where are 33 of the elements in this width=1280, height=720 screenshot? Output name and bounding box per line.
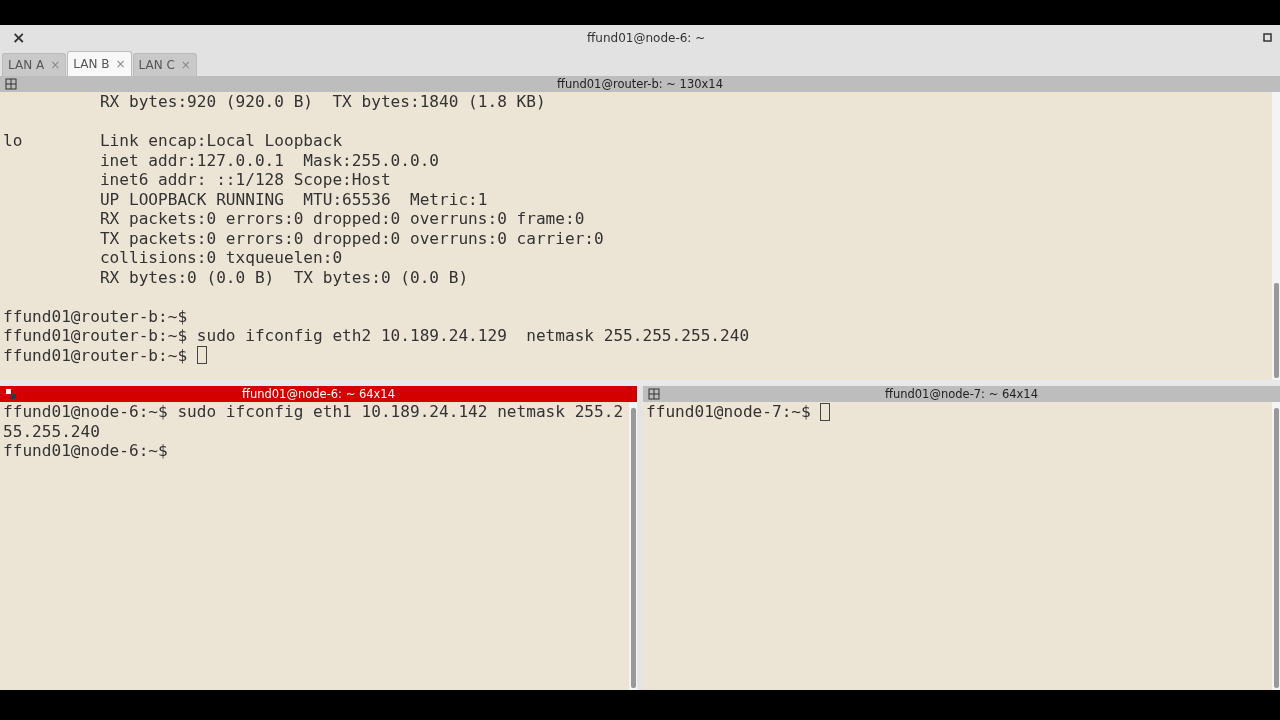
- tab[interactable]: LAN B ×: [67, 51, 132, 76]
- terminal-line: ffund01@router-b:~$: [3, 345, 1272, 365]
- terminal-line: ffund01@router-b:~$: [3, 306, 189, 326]
- maximize-icon[interactable]: [1263, 33, 1272, 42]
- text-cursor: [820, 402, 831, 421]
- tab[interactable]: LAN C ×: [132, 53, 197, 76]
- pane-title: ffund01@router-b: ~ 130x14: [557, 77, 723, 91]
- terminal-line: RX bytes:0 (0.0 B) TX bytes:0 (0.0 B): [98, 267, 470, 287]
- terminal-line: inet6 addr: ::1/128 Scope:Host: [98, 170, 392, 190]
- terminal-line: ffund01@router-b:~$ sudo ifconfig eth2 10.189.24.129 netmask 255.255.255.240: [3, 326, 751, 346]
- tab[interactable]: LAN A ×: [2, 53, 67, 76]
- text-cursor: [196, 346, 207, 365]
- layout-icon[interactable]: [5, 388, 19, 400]
- window-title: ffund01@node-6: ~: [587, 30, 706, 45]
- tab-close-icon[interactable]: ×: [115, 57, 126, 71]
- terminal-line: lo Link encap:Local Loopback: [3, 131, 344, 151]
- terminal-line: UP LOOPBACK RUNNING MTU:65536 Metric:1: [98, 189, 489, 209]
- terminal[interactable]: ffund01@node-6:~$ sudo ifconfig eth1 10.189.24.142 netmask 255.2 55.255.240 ffund01@node-6:~$: [0, 402, 637, 690]
- scroll-thumb[interactable]: [1274, 283, 1279, 378]
- terminal-line: 55.255.240: [3, 421, 101, 441]
- terminal[interactable]: [0, 92, 1280, 380]
- terminal-line: RX packets:0 errors:0 dropped:0 overruns:0 frame:0: [98, 209, 586, 229]
- pane-title: ffund01@node-6: ~ 64x14: [242, 387, 395, 401]
- terminal-line: ffund01@node-6:~$: [3, 441, 169, 461]
- terminal-line: collisions:0 txqueuelen:0: [98, 248, 344, 268]
- close-button[interactable]: ×: [8, 28, 30, 47]
- terminal-line: RX bytes:920 (920.0 B) TX bytes:1840 (1.8 KB): [98, 92, 547, 112]
- terminal-line: inet addr:127.0.0.1 Mask:255.0.0.0: [98, 150, 441, 170]
- terminal-line: ffund01@node-6:~$ sudo ifconfig eth1 10.189.24.142 netmask 255.2: [3, 402, 625, 422]
- pane-title: ffund01@node-7: ~ 64x14: [885, 387, 1038, 401]
- terminal-line: TX packets:0 errors:0 dropped:0 overruns:0 carrier:0: [98, 228, 605, 248]
- terminal-line: ffund01@node-7:~$: [646, 402, 1272, 422]
- terminal[interactable]: ffund01@node-7:~$: [643, 402, 1280, 690]
